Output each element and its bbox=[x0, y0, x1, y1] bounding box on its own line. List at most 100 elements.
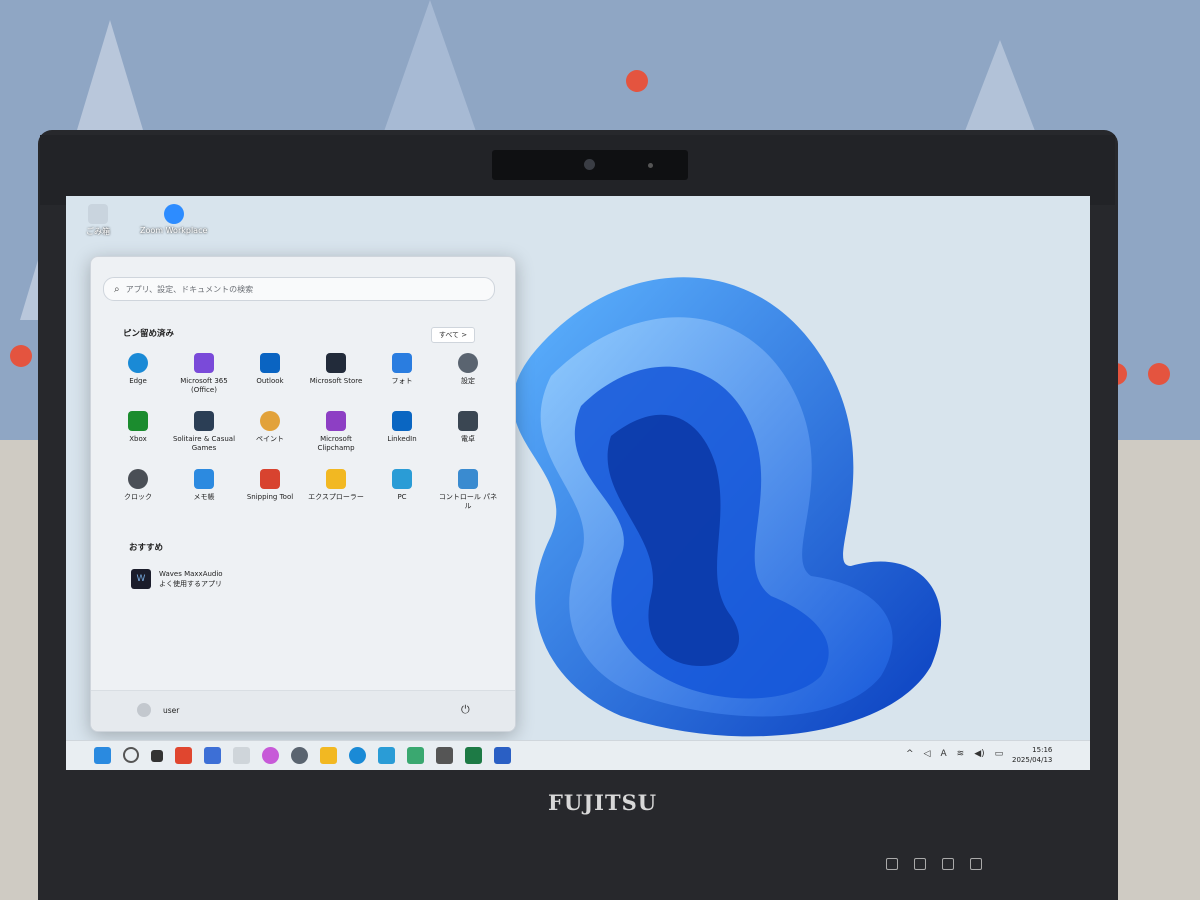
location-icon[interactable]: ◁ bbox=[924, 749, 931, 759]
status-led bbox=[914, 858, 926, 870]
search-icon[interactable] bbox=[123, 747, 139, 763]
desktop-icon-recycle-bin[interactable]: ごみ箱 bbox=[86, 204, 110, 237]
excel-icon[interactable] bbox=[465, 747, 482, 764]
paint-icon bbox=[260, 411, 280, 431]
snipping-icon bbox=[260, 469, 280, 489]
wallpaper-bloom bbox=[512, 277, 942, 737]
app-label: クロック bbox=[124, 493, 152, 501]
desktop-icon-zoom[interactable]: Zoom Workplace bbox=[140, 204, 207, 235]
app-label: LinkedIn bbox=[387, 435, 417, 443]
zoom-icon bbox=[163, 204, 184, 224]
camera-icon[interactable] bbox=[436, 747, 453, 764]
taskbar-clock[interactable]: 15:16 2025/04/13 bbox=[1012, 745, 1052, 765]
pinned-app-store[interactable]: Microsoft Store bbox=[303, 353, 369, 403]
pinned-app-office[interactable]: Microsoft 365 (Office) bbox=[171, 353, 237, 403]
xbox-icon bbox=[128, 411, 148, 431]
search-placeholder: アプリ、設定、ドキュメントの検索 bbox=[125, 284, 254, 294]
edge-icon[interactable] bbox=[349, 747, 366, 764]
store-icon[interactable] bbox=[204, 747, 221, 764]
all-apps-button[interactable]: すべて > bbox=[431, 327, 475, 343]
start-menu-footer: user ⏻ bbox=[91, 690, 515, 731]
solitaire-icon bbox=[194, 411, 214, 431]
pinned-app-paint[interactable]: ペイント bbox=[237, 411, 303, 461]
recommended-item-waves[interactable]: W Waves MaxxAudio よく使用するアプリ bbox=[131, 569, 223, 589]
pinned-app-solitaire[interactable]: Solitaire & Casual Games bbox=[171, 411, 237, 461]
app-grid-icon[interactable] bbox=[407, 747, 424, 764]
edge-icon bbox=[128, 353, 148, 373]
pinned-app-calculator[interactable]: 電卓 bbox=[435, 411, 501, 461]
calculator-icon bbox=[458, 411, 478, 431]
volume-icon[interactable]: ◀) bbox=[974, 749, 984, 759]
webcam-bar bbox=[492, 150, 688, 180]
waves-icon: W bbox=[131, 569, 151, 589]
ime-icon[interactable]: A bbox=[940, 749, 946, 759]
screen: ごみ箱 Zoom Workplace ⌕ アプリ、設定、ドキュメントの検索 ピン… bbox=[66, 196, 1090, 770]
pinned-app-xbox[interactable]: Xbox bbox=[105, 411, 171, 461]
recommended-item-title: Waves MaxxAudio bbox=[159, 570, 223, 578]
gear-icon bbox=[458, 353, 478, 373]
webcam-lens bbox=[584, 159, 595, 170]
pinned-app-linkedin[interactable]: LinkedIn bbox=[369, 411, 435, 461]
pinned-app-edge[interactable]: Edge bbox=[105, 353, 171, 403]
status-led bbox=[970, 858, 982, 870]
monitor-icon bbox=[392, 469, 412, 489]
status-leds bbox=[886, 858, 982, 870]
start-menu: ⌕ アプリ、設定、ドキュメントの検索 ピン留め済み すべて > Edge Mic… bbox=[90, 256, 516, 732]
pinned-app-clipchamp[interactable]: Microsoft Clipchamp bbox=[303, 411, 369, 461]
app-label: Solitaire & Casual Games bbox=[172, 435, 236, 452]
copilot-icon[interactable] bbox=[262, 747, 279, 764]
outlook-icon bbox=[260, 353, 280, 373]
start-search-input[interactable]: ⌕ アプリ、設定、ドキュメントの検索 bbox=[103, 277, 495, 301]
pinned-app-photos[interactable]: フォト bbox=[369, 353, 435, 403]
user-name: user bbox=[163, 705, 180, 715]
pinned-app-settings[interactable]: 設定 bbox=[435, 353, 501, 403]
brand-logo: FUJITSU bbox=[548, 790, 658, 815]
clipchamp-icon bbox=[326, 411, 346, 431]
search-icon: ⌕ bbox=[114, 283, 120, 295]
tray-overflow-icon[interactable]: ^ bbox=[906, 749, 914, 759]
app-label: Edge bbox=[129, 377, 147, 385]
pinned-app-clock[interactable]: クロック bbox=[105, 469, 171, 519]
pinned-app-snipping-tool[interactable]: Snipping Tool bbox=[237, 469, 303, 519]
avatar bbox=[137, 703, 151, 717]
app-label: フォト bbox=[391, 377, 413, 385]
start-icon[interactable] bbox=[94, 747, 111, 764]
monitor-icon[interactable] bbox=[378, 747, 395, 764]
app-label: 電卓 bbox=[461, 435, 475, 443]
app-label: メモ帳 bbox=[193, 493, 215, 501]
app-label: PC bbox=[397, 493, 407, 501]
clock-time: 15:16 bbox=[1032, 746, 1053, 754]
pinned-app-pc[interactable]: PC bbox=[369, 469, 435, 519]
pinned-app-outlook[interactable]: Outlook bbox=[237, 353, 303, 403]
app-red-icon[interactable] bbox=[175, 747, 192, 764]
wifi-icon[interactable]: ≋ bbox=[957, 749, 965, 759]
taskbar: ^ ◁ A ≋ ◀) ▭ 15:16 2025/04/13 bbox=[66, 740, 1090, 770]
clock-date: 2025/04/13 bbox=[1012, 756, 1053, 764]
app-label: Microsoft Clipchamp bbox=[317, 435, 355, 452]
control-panel-icon bbox=[458, 469, 478, 489]
app-label: ペイント bbox=[256, 435, 284, 443]
word-icon[interactable] bbox=[494, 747, 511, 764]
recommended-section-title: おすすめ bbox=[129, 543, 164, 553]
store-icon bbox=[326, 353, 346, 373]
office-icon bbox=[194, 353, 214, 373]
pinned-app-control-panel[interactable]: コントロール パネル bbox=[435, 469, 501, 519]
user-account-button[interactable]: user bbox=[137, 703, 179, 717]
gear-icon[interactable] bbox=[291, 747, 308, 764]
app-label: 設定 bbox=[461, 377, 475, 385]
folder-icon[interactable] bbox=[320, 747, 337, 764]
app-label: Snipping Tool bbox=[246, 493, 294, 501]
recommended-item-subtitle: よく使用するアプリ bbox=[159, 580, 222, 588]
app-label: エクスプローラー bbox=[308, 493, 364, 501]
power-icon[interactable]: ⏻ bbox=[461, 703, 470, 717]
desktop-icon-label: Zoom Workplace bbox=[140, 226, 208, 235]
pinned-app-explorer[interactable]: エクスプローラー bbox=[303, 469, 369, 519]
battery-icon[interactable]: ▭ bbox=[995, 749, 1004, 759]
webcam-led bbox=[648, 163, 653, 168]
system-tray: ^ ◁ A ≋ ◀) ▭ bbox=[906, 749, 1003, 759]
linkedin-icon bbox=[392, 411, 412, 431]
app-label: Microsoft 365 (Office) bbox=[180, 377, 228, 394]
pinned-app-notepad[interactable]: メモ帳 bbox=[171, 469, 237, 519]
app-de-icon[interactable] bbox=[233, 747, 250, 764]
task-view-icon[interactable] bbox=[151, 750, 163, 762]
